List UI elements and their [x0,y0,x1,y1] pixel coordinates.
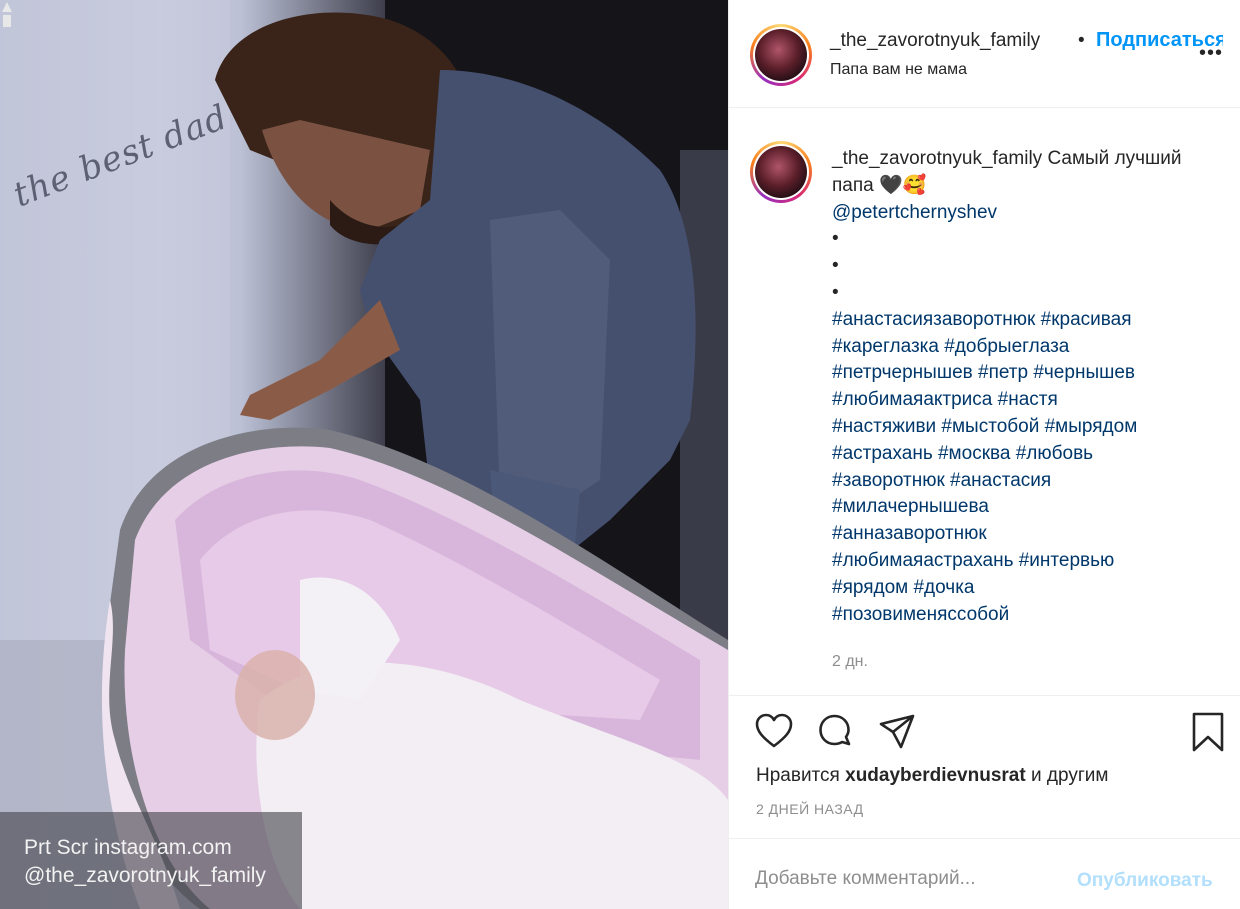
caption-dot: • [832,255,839,277]
hashtag-line[interactable]: #заворотнюк #анастасия [832,470,1051,491]
post-actions: Нравится xudayberdievnusrat и другим 2 Д… [729,696,1240,839]
post-photo[interactable]: the best dad Prt Scr instagram.com @the_… [0,0,728,909]
post-header: _the_zavorotnyuk_family • Подписаться Па… [729,0,1240,108]
hashtag-line[interactable]: #настяживи #мыстобой #мырядом [832,416,1137,437]
publish-button[interactable]: Опубликовать [1077,870,1213,892]
header-separator-dot: • [1078,30,1085,51]
watermark: Prt Scr instagram.com @the_zavorotnyuk_f… [0,812,302,909]
likes-suffix: и другим [1030,765,1109,786]
caption-dot: • [832,228,839,250]
hashtag-line[interactable]: #милачернышева [832,496,989,517]
comment-form: Опубликовать [729,840,1240,909]
mention-link[interactable]: @petertchernyshev [832,202,997,223]
hashtag-line[interactable]: #астрахань #москва #любовь [832,443,1093,464]
caption-text: _the_zavorotnyuk_family Самый лучший пап… [832,146,1222,628]
post-caption: _the_zavorotnyuk_family Самый лучший пап… [729,108,1240,696]
location-link[interactable]: Папа вам не мама [830,61,967,79]
photo-illustration [0,0,728,909]
watermark-line-1: Prt Scr instagram.com [24,836,232,859]
watermark-line-2: @the_zavorotnyuk_family [24,864,266,887]
caption-avatar[interactable] [750,141,812,203]
avatar[interactable] [750,24,812,86]
more-options-icon[interactable]: ••• [1199,42,1223,65]
post-date[interactable]: 2 ДНЕЙ НАЗАД [756,801,864,817]
likes-summary[interactable]: Нравится xudayberdievnusrat и другим [756,765,1108,787]
caption-dot: • [832,281,839,303]
caption-timestamp[interactable]: 2 дн. [832,653,868,671]
hashtag-line[interactable]: #любимаяактриса #настя [832,389,1058,410]
watermark-logo-icon [2,2,12,27]
avatar-image [755,29,807,81]
caption-username-link[interactable]: _the_zavorotnyuk_family [832,148,1042,169]
comment-icon[interactable] [815,712,855,752]
bookmark-icon[interactable] [1188,712,1228,752]
hashtag-line[interactable]: #позовименяссобой [832,604,1009,625]
header-username-link[interactable]: _the_zavorotnyuk_family [830,30,1040,52]
hashtag-line[interactable]: #анастасиязаворотнюк #красивая [832,309,1132,330]
share-icon[interactable] [877,712,917,752]
likes-prefix: Нравится [756,765,840,786]
heart-icon[interactable] [754,712,794,752]
hashtag-line[interactable]: #петрчернышев #петр #чернышев [832,362,1135,383]
post-sidebar: _the_zavorotnyuk_family • Подписаться Па… [728,0,1240,909]
hashtag-line[interactable]: #любимаяастрахань #интервью [832,550,1114,571]
hashtag-line[interactable]: #ярядом #дочка [832,577,975,598]
comment-input[interactable] [755,868,1075,890]
avatar-image [755,146,807,198]
hashtag-line[interactable]: #кареглазка #добрыеглаза [832,336,1069,357]
likes-username[interactable]: xudayberdievnusrat [845,765,1026,786]
hashtag-line[interactable]: #анназаворотнюк [832,523,987,544]
